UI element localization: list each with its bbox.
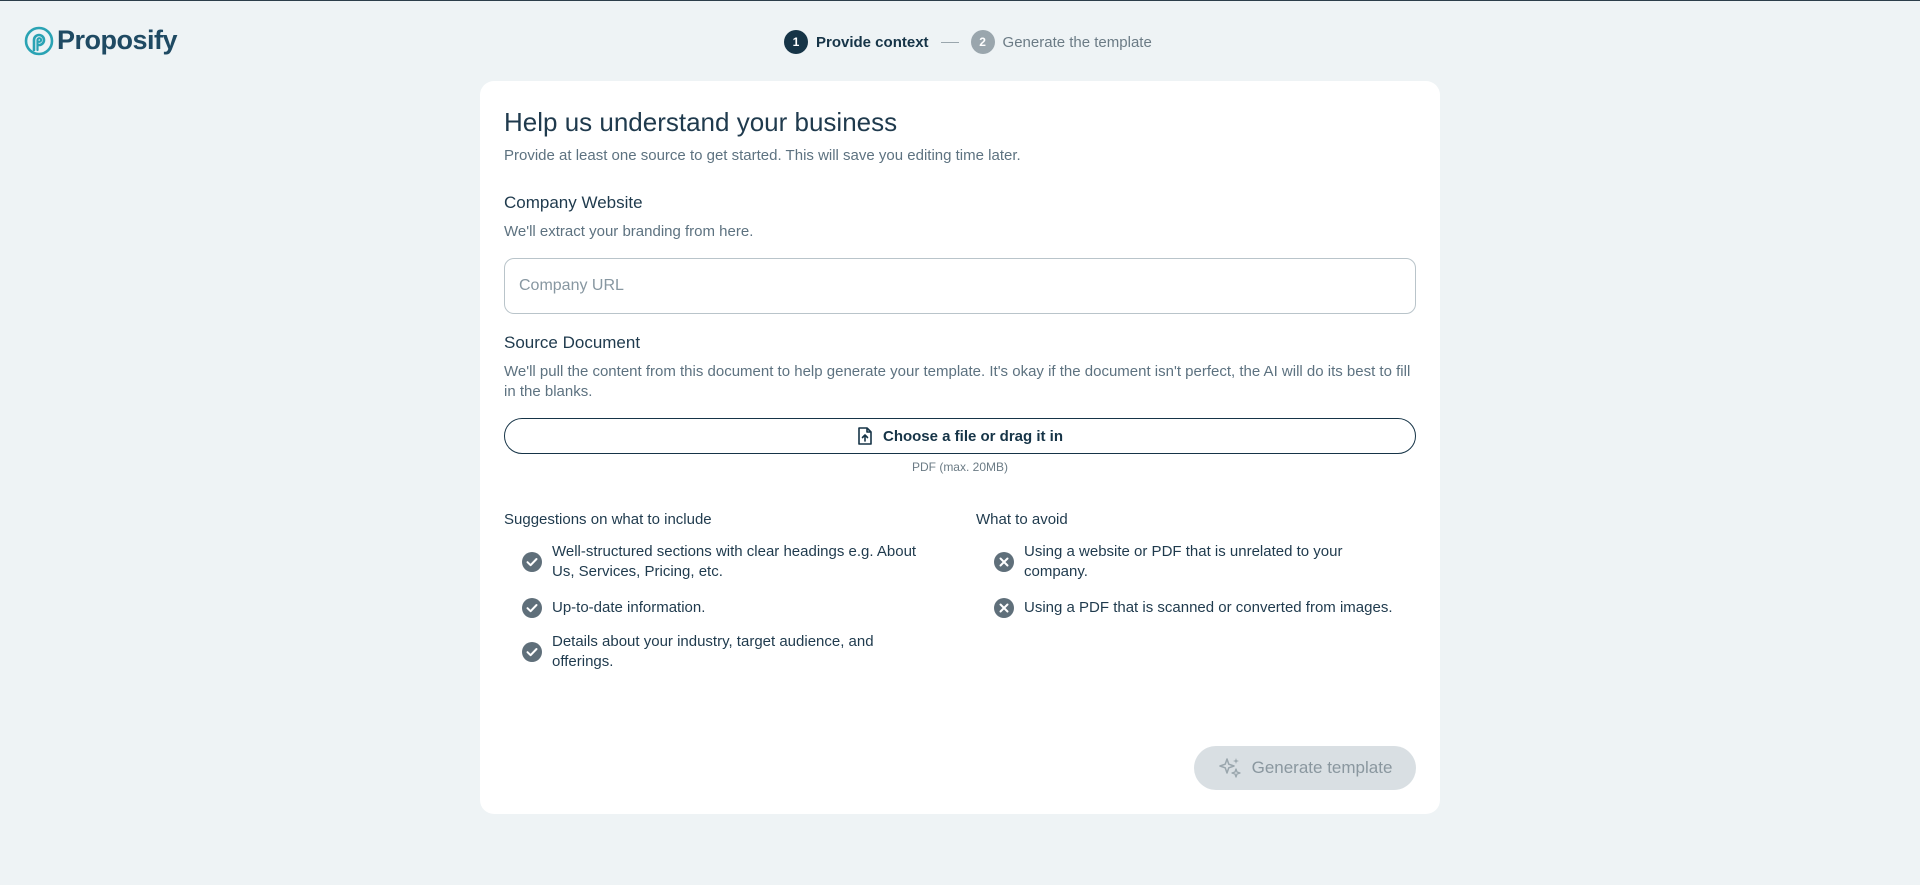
step-generate-template: 2 Generate the template [970,30,1152,54]
progress-stepper: 1 Provide context 2 Generate the templat… [784,30,1152,54]
avoid-title: What to avoid [976,511,1068,528]
brand-logo[interactable]: Proposify [24,25,178,56]
choose-file-button[interactable]: Choose a file or drag it in [504,418,1416,454]
avoid-text: Using a website or PDF that is unrelated… [1024,543,1343,580]
avoid-column: What to avoid Using a website or PDF tha… [976,511,1416,618]
company-website-label: Company Website [504,193,643,212]
step-label: Provide context [816,33,929,51]
check-circle-icon [522,552,542,572]
sparkle-icon [1218,758,1241,778]
proposify-logo-icon [24,26,54,55]
x-circle-icon [994,552,1014,572]
page-title: Help us understand your business [504,107,898,137]
file-upload-icon [858,427,872,445]
suggestion-item: Well-structured sections with clear head… [522,542,932,582]
page-subtitle: Provide at least one source to get start… [504,147,1021,164]
suggestions-title: Suggestions on what to include [504,511,712,528]
check-circle-icon [522,598,542,618]
choose-file-label: Choose a file or drag it in [882,427,1064,445]
avoid-text: Using a PDF that is scanned or converted… [1024,599,1393,616]
file-size-hint: PDF (max. 20MB) [911,460,1008,474]
step-separator [940,41,959,43]
step-label: Generate the template [1002,33,1152,51]
source-document-help: We'll pull the content from this documen… [504,363,1411,400]
top-bar: Proposify 1 Provide context 2 Generate t… [0,1,1920,81]
brand-name: Proposify [57,25,178,55]
generate-template-label: Generate template [1251,758,1393,777]
step-number: 2 [970,30,995,54]
suggestions-column: Suggestions on what to include Well-stru… [504,511,944,670]
company-website-help: We'll extract your branding from here. [504,223,754,240]
suggestion-item: Details about your industry, target audi… [522,632,932,672]
suggestion-text: Well-structured sections with clear head… [552,543,917,580]
check-circle-icon [522,642,542,662]
avoid-item: Using a PDF that is scanned or converted… [994,598,1414,618]
company-url-input[interactable] [504,258,1416,314]
x-circle-icon [994,598,1014,618]
suggestion-text: Details about your industry, target audi… [552,633,874,670]
context-form-card: Help us understand your business Provide… [480,81,1440,814]
step-provide-context: 1 Provide context [784,30,929,54]
avoid-item: Using a website or PDF that is unrelated… [994,542,1404,582]
suggestion-item: Up-to-date information. [522,598,932,618]
source-document-label: Source Document [504,333,641,352]
step-number: 1 [784,30,808,54]
suggestion-text: Up-to-date information. [552,599,706,616]
generate-template-button[interactable]: Generate template [1194,746,1416,790]
